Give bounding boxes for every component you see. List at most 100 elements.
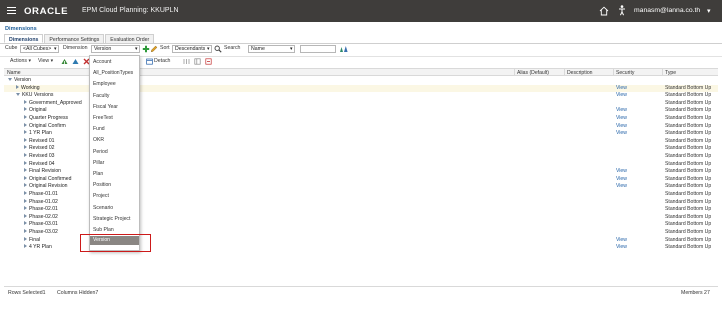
- member-name-cell[interactable]: Phase-03.02: [24, 229, 58, 236]
- column-separator[interactable]: [662, 68, 663, 76]
- member-name-cell[interactable]: 1 YR Plan: [24, 130, 52, 137]
- expand-closed-icon[interactable]: [24, 122, 27, 127]
- expand-closed-icon[interactable]: [24, 160, 27, 165]
- member-name-cell[interactable]: Government_Approved: [24, 99, 82, 107]
- expand-closed-icon[interactable]: [24, 183, 27, 188]
- member-name-cell[interactable]: Original Revision: [24, 183, 68, 190]
- actions-menu[interactable]: Actions ▾: [10, 58, 31, 66]
- user-menu[interactable]: manasm@lanna.co.th: [634, 7, 700, 14]
- dropdown-option-account[interactable]: Account: [93, 59, 111, 65]
- edit-icon[interactable]: [150, 45, 158, 53]
- chevron-down-icon[interactable]: ▾: [707, 7, 710, 15]
- member-name-cell[interactable]: Phase-02.02: [24, 213, 58, 221]
- expand-closed-icon[interactable]: [16, 84, 19, 89]
- dropdown-option-all-positiontypes[interactable]: All_PositionTypes: [93, 70, 133, 76]
- dropdown-option-project[interactable]: Project: [93, 193, 109, 199]
- expand-closed-icon[interactable]: [24, 229, 27, 233]
- expand-closed-icon[interactable]: [24, 221, 27, 226]
- column-header-name[interactable]: Name: [7, 70, 21, 76]
- security-view-link[interactable]: View: [616, 85, 627, 92]
- member-name-cell[interactable]: Final Revision: [24, 168, 61, 175]
- expand-closed-icon[interactable]: [24, 145, 27, 150]
- expand-closed-icon[interactable]: [24, 198, 27, 203]
- security-view-link[interactable]: View: [616, 115, 627, 122]
- expand-closed-icon[interactable]: [24, 213, 27, 218]
- dropdown-option-scenario[interactable]: Scenario: [93, 205, 113, 211]
- member-name-cell[interactable]: Revised 01: [24, 137, 54, 145]
- column-header-security[interactable]: Security: [616, 70, 634, 76]
- security-view-link[interactable]: View: [616, 130, 627, 137]
- tab-dimensions[interactable]: Dimensions: [4, 34, 44, 43]
- member-name-cell[interactable]: Original Confirmed: [24, 175, 71, 183]
- member-name-cell[interactable]: KKU Versions: [16, 92, 53, 99]
- detach-button[interactable]: Detach: [154, 58, 170, 66]
- tab-performance-settings[interactable]: Performance Settings: [44, 34, 105, 43]
- column-header-type[interactable]: Type: [665, 70, 676, 76]
- member-name-cell[interactable]: Phase-01.01: [24, 191, 58, 198]
- dropdown-option-faculty[interactable]: Faculty: [93, 93, 109, 99]
- detach-icon[interactable]: [146, 58, 153, 65]
- view-menu[interactable]: View ▾: [38, 58, 53, 66]
- member-name-cell[interactable]: Working: [16, 84, 40, 92]
- dropdown-option-pillar[interactable]: Pillar: [93, 160, 104, 166]
- member-name-cell[interactable]: Original: [24, 107, 47, 114]
- grid-columns-icon[interactable]: [183, 58, 190, 65]
- search-icon[interactable]: [214, 45, 222, 53]
- column-header-description[interactable]: Description: [567, 70, 592, 76]
- security-view-link[interactable]: View: [616, 107, 627, 114]
- wrap-icon[interactable]: [205, 58, 212, 65]
- expand-closed-icon[interactable]: [24, 236, 27, 241]
- member-name-cell[interactable]: 4 YR Plan: [24, 244, 52, 251]
- hamburger-menu-icon[interactable]: [7, 7, 16, 15]
- sort-select[interactable]: Descendants ▾: [172, 45, 212, 53]
- expand-closed-icon[interactable]: [24, 168, 27, 173]
- home-icon[interactable]: [599, 6, 609, 16]
- cube-select[interactable]: <All Cubes> ▾: [20, 45, 59, 53]
- expand-closed-icon[interactable]: [24, 107, 27, 112]
- dropdown-option-sub-plan[interactable]: Sub Plan: [93, 227, 114, 233]
- expand-closed-icon[interactable]: [24, 130, 27, 135]
- dropdown-option-fiscal-year[interactable]: Fiscal Year: [93, 104, 118, 110]
- expand-closed-icon[interactable]: [24, 153, 27, 157]
- dropdown-option-okr[interactable]: OKR: [93, 137, 104, 143]
- dropdown-option-plan[interactable]: Plan: [93, 171, 103, 177]
- member-name-cell[interactable]: Revised 03: [24, 153, 54, 160]
- expand-open-icon[interactable]: [8, 78, 12, 81]
- dropdown-option-period[interactable]: Period: [93, 149, 108, 155]
- search-field-select[interactable]: Name ▾: [248, 45, 295, 53]
- freeze-icon[interactable]: [194, 58, 201, 65]
- security-view-link[interactable]: View: [616, 168, 627, 175]
- expand-closed-icon[interactable]: [24, 115, 27, 119]
- column-separator[interactable]: [564, 68, 565, 76]
- security-view-link[interactable]: View: [616, 176, 627, 183]
- dropdown-option-fund[interactable]: Fund: [93, 126, 105, 132]
- expand-open-icon[interactable]: [16, 93, 20, 97]
- security-view-link[interactable]: View: [616, 183, 627, 190]
- accessibility-icon[interactable]: [618, 5, 626, 16]
- column-separator[interactable]: [613, 68, 614, 76]
- expand-closed-icon[interactable]: [24, 191, 27, 195]
- expand-closed-icon[interactable]: [24, 137, 27, 142]
- search-member-icon[interactable]: [339, 45, 349, 53]
- member-name-cell[interactable]: Version: [8, 77, 31, 84]
- expand-closed-icon[interactable]: [24, 244, 27, 249]
- security-view-link[interactable]: View: [616, 237, 627, 244]
- dimension-select[interactable]: Version ▾: [91, 45, 140, 53]
- expand-closed-icon[interactable]: [24, 206, 27, 211]
- member-name-cell[interactable]: Original Confirm: [24, 122, 66, 130]
- member-name-cell[interactable]: Phase-01.02: [24, 198, 58, 206]
- tab-evaluation-order[interactable]: Evaluation Order: [105, 34, 155, 43]
- security-view-link[interactable]: View: [616, 244, 627, 251]
- member-name-cell[interactable]: Phase-03.01: [24, 221, 58, 228]
- column-separator[interactable]: [514, 68, 515, 76]
- member-name-cell[interactable]: Revised 02: [24, 145, 54, 152]
- add-member-icon[interactable]: [142, 45, 150, 53]
- add-sibling-icon[interactable]: [72, 58, 79, 65]
- security-view-link[interactable]: View: [616, 92, 627, 99]
- member-name-cell[interactable]: Revised 04: [24, 160, 54, 168]
- dropdown-option-employee[interactable]: Employee: [93, 81, 116, 87]
- column-header-alias[interactable]: Alias (Default): [517, 70, 549, 76]
- member-name-cell[interactable]: Phase-02.01: [24, 206, 58, 213]
- expand-closed-icon[interactable]: [24, 99, 27, 104]
- dropdown-option-position[interactable]: Position: [93, 182, 111, 188]
